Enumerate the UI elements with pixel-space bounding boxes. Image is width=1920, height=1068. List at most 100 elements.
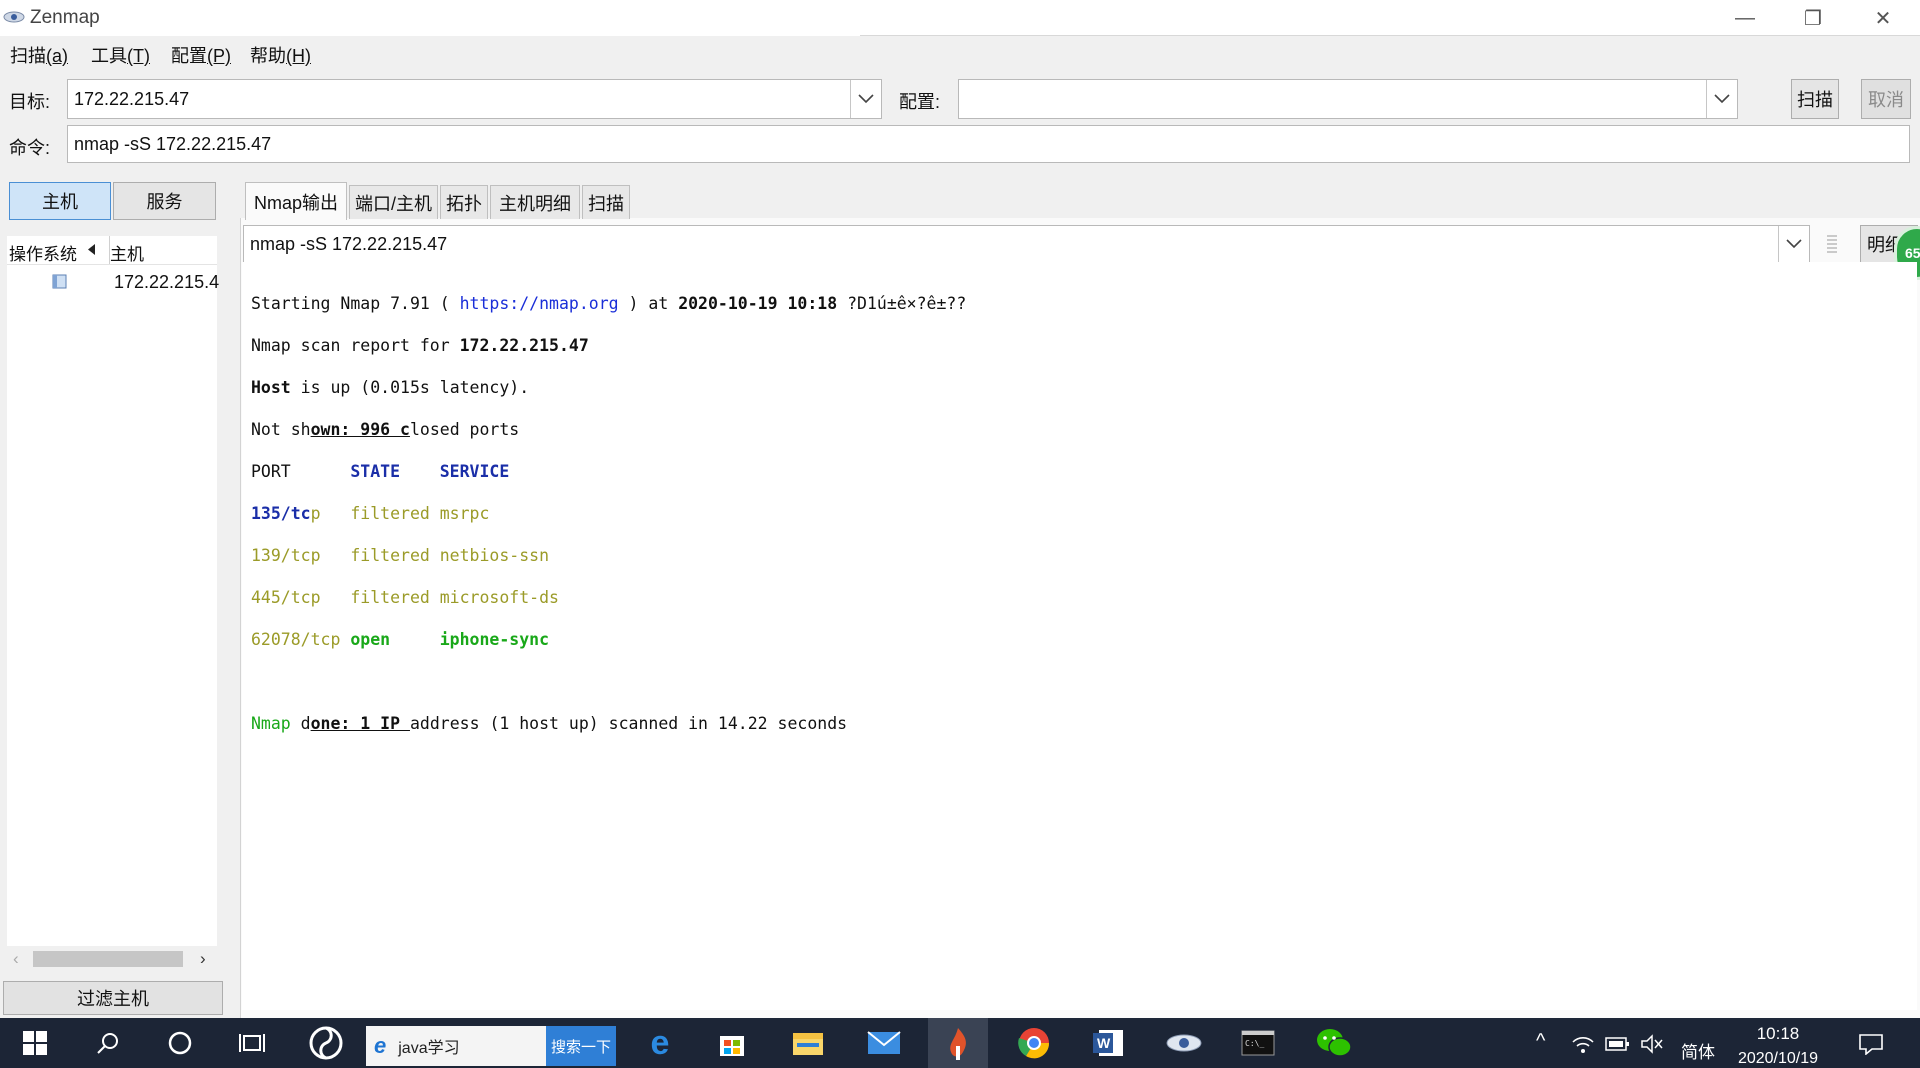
handle-grip-icon bbox=[1827, 235, 1837, 253]
app-flame-icon bbox=[950, 1028, 966, 1060]
ime-indicator[interactable]: 简体 bbox=[1681, 1038, 1715, 1063]
taskbar-terminal[interactable]: C:\_ bbox=[1228, 1018, 1288, 1068]
wifi-icon[interactable] bbox=[1571, 1034, 1595, 1054]
profile-combobox[interactable] bbox=[958, 79, 1738, 119]
taskbar-chrome[interactable] bbox=[1004, 1018, 1064, 1068]
taskbar-store[interactable] bbox=[702, 1018, 762, 1068]
taskbar-search-go-label: 搜索一下 bbox=[550, 1038, 611, 1056]
taskbar-search-box[interactable]: e java学习 bbox=[366, 1026, 546, 1066]
close-button[interactable]: ✕ bbox=[1848, 0, 1918, 36]
tab-ports-hosts[interactable]: 端口/主机 bbox=[349, 185, 438, 219]
scan-button[interactable]: 扫描 bbox=[1791, 79, 1839, 119]
menu-tools[interactable]: 工具(T) bbox=[91, 42, 150, 68]
tab-scans[interactable]: 扫描 bbox=[582, 185, 630, 219]
taskbar-word[interactable]: W bbox=[1078, 1018, 1138, 1068]
output-scan-selector[interactable]: nmap -sS 172.22.215.47 bbox=[243, 225, 1810, 263]
output-line: 62078/tcp open iphone-sync bbox=[251, 630, 550, 649]
output-line: 135/tcp filtered msrpc bbox=[251, 504, 490, 523]
restore-button[interactable]: ❐ bbox=[1778, 0, 1848, 36]
badge-value: 65 bbox=[1905, 245, 1920, 261]
task-view-button[interactable] bbox=[222, 1018, 282, 1068]
taskbar-app-pinwheel[interactable] bbox=[296, 1018, 356, 1068]
terminal-icon: C:\_ bbox=[1241, 1030, 1275, 1056]
close-icon: ✕ bbox=[1874, 7, 1892, 30]
taskbar-mail[interactable] bbox=[854, 1018, 914, 1068]
taskbar-wechat[interactable] bbox=[1304, 1018, 1364, 1068]
target-combobox[interactable]: 172.22.215.47 bbox=[67, 79, 882, 119]
scroll-left-icon[interactable]: ‹ bbox=[13, 949, 19, 969]
command-input[interactable]: nmap -sS 172.22.215.47 bbox=[67, 125, 1910, 163]
zenmap-eye-icon bbox=[3, 11, 25, 23]
target-value: 172.22.215.47 bbox=[74, 88, 190, 109]
menu-profile[interactable]: 配置(P) bbox=[171, 42, 231, 68]
menu-scan[interactable]: 扫描(a) bbox=[10, 42, 68, 68]
notifications-icon[interactable] bbox=[1858, 1033, 1884, 1055]
cortana-button[interactable] bbox=[150, 1018, 210, 1068]
word-icon: W bbox=[1093, 1030, 1123, 1056]
taskbar-search-text: java学习 bbox=[398, 1040, 460, 1057]
cancel-button[interactable]: 取消 bbox=[1861, 79, 1911, 119]
output-blank-line bbox=[251, 671, 1908, 692]
output-line: 139/tcp filtered netbios-ssn bbox=[251, 546, 550, 565]
host-list-panel bbox=[7, 236, 217, 946]
svg-text:C:\_: C:\_ bbox=[1245, 1039, 1264, 1048]
clock-date: 2020/10/19 bbox=[1737, 1050, 1819, 1067]
output-line: Starting Nmap 7.91 ( https://nmap.org ) … bbox=[251, 294, 967, 313]
scroll-right-icon[interactable]: › bbox=[200, 949, 206, 969]
profile-dropdown-button[interactable] bbox=[1706, 80, 1737, 118]
edge-icon: e bbox=[650, 1023, 670, 1062]
tray-expand-icon[interactable]: ^ bbox=[1536, 1030, 1545, 1053]
task-view-icon bbox=[239, 1034, 265, 1052]
profile-label: 配置: bbox=[899, 92, 941, 112]
volume-muted-icon[interactable] bbox=[1640, 1034, 1664, 1054]
menu-bar: 扫描(a) 工具(T) 配置(P) 帮助(H) bbox=[0, 36, 1920, 70]
zenmap-eye-icon bbox=[1166, 1034, 1202, 1052]
taskbar-app-active[interactable] bbox=[928, 1018, 988, 1068]
output-line: Not shown: 996 closed ports bbox=[251, 420, 520, 439]
host-ip: 172.22.215.4 bbox=[114, 272, 220, 292]
services-toggle-button[interactable]: 服务 bbox=[113, 182, 216, 220]
output-line: Host is up (0.015s latency). bbox=[251, 378, 530, 397]
minimize-icon: — bbox=[1735, 6, 1755, 29]
output-text: Starting Nmap 7.91 ( https://nmap.org ) … bbox=[242, 262, 1917, 786]
col-os-header[interactable]: 操作系统 bbox=[9, 240, 77, 265]
output-scan-value: nmap -sS 172.22.215.47 bbox=[250, 233, 448, 254]
host-row[interactable]: 172.22.215.4 bbox=[7, 268, 220, 298]
menu-help[interactable]: 帮助(H) bbox=[250, 42, 311, 68]
taskbar-search-go-button[interactable]: 搜索一下 bbox=[546, 1026, 616, 1066]
host-list-scrollbar[interactable]: ‹ › bbox=[7, 947, 217, 971]
command-value: nmap -sS 172.22.215.47 bbox=[74, 133, 272, 154]
tab-topology[interactable]: 拓扑 bbox=[440, 185, 488, 219]
output-dropdown-button[interactable] bbox=[1778, 226, 1809, 262]
title-bar: Zenmap — ❐ ✕ bbox=[0, 0, 1920, 36]
taskbar-explorer[interactable] bbox=[778, 1018, 838, 1068]
clock-time: 10:18 bbox=[1756, 1024, 1800, 1043]
cortana-circle-icon bbox=[168, 1031, 192, 1055]
col-host-header[interactable]: 主机 bbox=[110, 240, 144, 265]
window-title: Zenmap bbox=[30, 7, 100, 28]
tab-nmap-output[interactable]: Nmap输出 bbox=[245, 182, 347, 220]
taskbar-edge[interactable]: e bbox=[630, 1018, 690, 1068]
hosts-toggle-button[interactable]: 主机 bbox=[9, 182, 111, 220]
minimize-button[interactable]: — bbox=[1710, 0, 1780, 36]
pinwheel-app-icon bbox=[309, 1026, 343, 1060]
output-line: PORT STATE SERVICE bbox=[251, 462, 510, 481]
chevron-down-icon bbox=[1714, 94, 1730, 104]
tab-host-details[interactable]: 主机明细 bbox=[490, 185, 580, 219]
nmap-output-area[interactable]: Starting Nmap 7.91 ( https://nmap.org ) … bbox=[242, 262, 1917, 1010]
restore-icon: ❐ bbox=[1804, 7, 1822, 30]
taskbar-search-button[interactable] bbox=[78, 1018, 138, 1068]
ie-icon: e bbox=[374, 1033, 387, 1058]
store-icon bbox=[720, 1036, 744, 1056]
host-list-header: 操作系统 主机 bbox=[7, 236, 217, 265]
target-dropdown-button[interactable] bbox=[850, 80, 881, 118]
start-button[interactable] bbox=[5, 1018, 65, 1068]
svg-text:W: W bbox=[1097, 1035, 1111, 1051]
battery-icon[interactable] bbox=[1605, 1036, 1631, 1052]
output-line: Nmap scan report for 172.22.215.47 bbox=[251, 336, 589, 355]
filter-hosts-button[interactable]: 过滤主机 bbox=[3, 981, 223, 1015]
taskbar-zenmap[interactable] bbox=[1154, 1018, 1214, 1068]
scrollbar-thumb[interactable] bbox=[33, 951, 183, 967]
menu-divider bbox=[860, 35, 1920, 36]
clock[interactable]: 10:18 2020/10/19 bbox=[1728, 1020, 1828, 1068]
